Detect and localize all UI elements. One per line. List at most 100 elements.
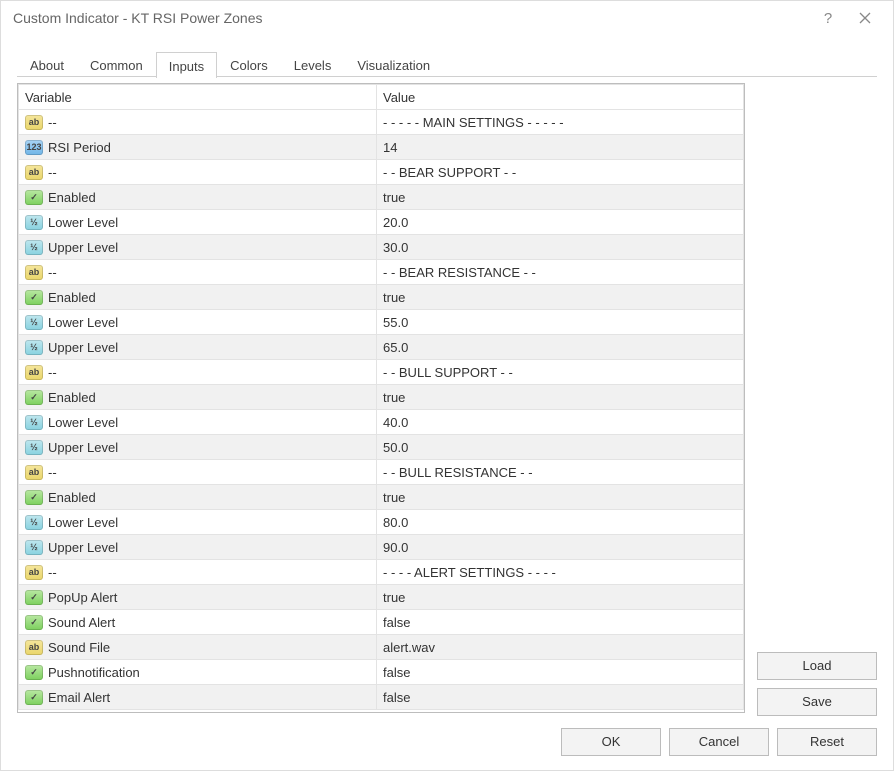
- variable-label: Lower Level: [48, 315, 118, 330]
- column-header-value[interactable]: Value: [377, 85, 744, 110]
- table-row[interactable]: ✓Pushnotificationfalse: [19, 660, 744, 685]
- table-row[interactable]: ab--- - BULL RESISTANCE - -: [19, 460, 744, 485]
- double-type-icon: ½: [25, 315, 43, 330]
- reset-button[interactable]: Reset: [777, 728, 877, 756]
- bool-type-icon: ✓: [25, 390, 43, 405]
- table-row[interactable]: ✓Enabledtrue: [19, 385, 744, 410]
- bool-type-icon: ✓: [25, 590, 43, 605]
- table-row[interactable]: ½ Lower Level 55.0: [19, 310, 744, 335]
- table-row[interactable]: ✓ PopUp Alert true: [19, 585, 744, 610]
- value-cell[interactable]: - - BEAR RESISTANCE - -: [377, 260, 744, 285]
- table-row[interactable]: ½Upper Level65.0: [19, 335, 744, 360]
- value-cell[interactable]: true: [377, 485, 744, 510]
- table-row[interactable]: ✓Enabledtrue: [19, 285, 744, 310]
- variable-label: Sound File: [48, 640, 110, 655]
- string-type-icon: ab: [25, 165, 43, 180]
- value-cell[interactable]: false: [377, 610, 744, 635]
- table-row[interactable]: ✓Enabledtrue: [19, 185, 744, 210]
- table-row[interactable]: ½Upper Level90.0: [19, 535, 744, 560]
- value-cell[interactable]: 90.0: [377, 535, 744, 560]
- tab-inputs[interactable]: Inputs: [156, 52, 217, 78]
- value-cell[interactable]: 20.0: [377, 210, 744, 235]
- titlebar: Custom Indicator - KT RSI Power Zones ?: [1, 1, 893, 35]
- window-title: Custom Indicator - KT RSI Power Zones: [13, 10, 813, 26]
- value-cell[interactable]: 14: [377, 135, 744, 160]
- table-row[interactable]: 123 RSI Period 14: [19, 135, 744, 160]
- value-cell[interactable]: 40.0: [377, 410, 744, 435]
- inputs-grid: Variable Value ab -- - - - - - MAIN SETTIN…: [17, 83, 745, 713]
- table-row[interactable]: ab Sound File alert.wav: [19, 635, 744, 660]
- double-type-icon: ½: [25, 515, 43, 530]
- value-cell[interactable]: 30.0: [377, 235, 744, 260]
- variable-label: Lower Level: [48, 415, 118, 430]
- tab-common[interactable]: Common: [77, 51, 156, 77]
- table-row[interactable]: ab--- - - - - MAIN SETTINGS - - - - -: [19, 110, 744, 135]
- string-type-icon: ab: [25, 265, 43, 280]
- side-buttons: Load Save: [757, 83, 877, 718]
- value-cell[interactable]: 65.0: [377, 335, 744, 360]
- value-cell[interactable]: - - BULL RESISTANCE - -: [377, 460, 744, 485]
- value-cell[interactable]: false: [377, 660, 744, 685]
- bool-type-icon: ✓: [25, 665, 43, 680]
- value-cell[interactable]: false: [377, 685, 744, 710]
- variable-label: Lower Level: [48, 515, 118, 530]
- bool-type-icon: ✓: [25, 190, 43, 205]
- value-cell[interactable]: true: [377, 385, 744, 410]
- cancel-button[interactable]: Cancel: [669, 728, 769, 756]
- table-row[interactable]: ½ Lower Level 40.0: [19, 410, 744, 435]
- variable-label: Upper Level: [48, 240, 118, 255]
- table-row[interactable]: ✓Enabledtrue: [19, 485, 744, 510]
- bool-type-icon: ✓: [25, 615, 43, 630]
- value-cell[interactable]: alert.wav: [377, 635, 744, 660]
- string-type-icon: ab: [25, 465, 43, 480]
- close-icon[interactable]: [843, 3, 887, 33]
- value-cell[interactable]: - - BULL SUPPORT - -: [377, 360, 744, 385]
- tab-colors[interactable]: Colors: [217, 51, 281, 77]
- value-cell[interactable]: - - BEAR SUPPORT - -: [377, 160, 744, 185]
- table-row[interactable]: ab -- - - BEAR RESISTANCE - -: [19, 260, 744, 285]
- save-button[interactable]: Save: [757, 688, 877, 716]
- variable-label: --: [48, 115, 57, 130]
- value-cell[interactable]: - - - - ALERT SETTINGS - - - -: [377, 560, 744, 585]
- table-row[interactable]: ab -- - - BULL SUPPORT - -: [19, 360, 744, 385]
- column-header-variable[interactable]: Variable: [19, 85, 377, 110]
- bool-type-icon: ✓: [25, 490, 43, 505]
- value-cell[interactable]: true: [377, 185, 744, 210]
- variable-label: Upper Level: [48, 540, 118, 555]
- tab-levels[interactable]: Levels: [281, 51, 345, 77]
- table-row[interactable]: ab--- - BEAR SUPPORT - -: [19, 160, 744, 185]
- help-icon[interactable]: ?: [813, 3, 843, 33]
- table-row[interactable]: ½Upper Level30.0: [19, 235, 744, 260]
- variable-label: Upper Level: [48, 340, 118, 355]
- value-cell[interactable]: true: [377, 585, 744, 610]
- table-row[interactable]: ½ Lower Level 20.0: [19, 210, 744, 235]
- string-type-icon: ab: [25, 565, 43, 580]
- value-cell[interactable]: true: [377, 285, 744, 310]
- double-type-icon: ½: [25, 415, 43, 430]
- double-type-icon: ½: [25, 215, 43, 230]
- variable-label: PopUp Alert: [48, 590, 117, 605]
- value-cell[interactable]: - - - - - MAIN SETTINGS - - - - -: [377, 110, 744, 135]
- variable-label: Upper Level: [48, 440, 118, 455]
- double-type-icon: ½: [25, 440, 43, 455]
- string-type-icon: ab: [25, 640, 43, 655]
- table-row[interactable]: ½ Upper Level 50.0: [19, 435, 744, 460]
- variable-label: --: [48, 365, 57, 380]
- value-cell[interactable]: 50.0: [377, 435, 744, 460]
- table-row[interactable]: ✓Email Alertfalse: [19, 685, 744, 710]
- variable-label: Lower Level: [48, 215, 118, 230]
- load-button[interactable]: Load: [757, 652, 877, 680]
- variable-label: --: [48, 265, 57, 280]
- table-row[interactable]: ½ Lower Level 80.0: [19, 510, 744, 535]
- dialog-window: Custom Indicator - KT RSI Power Zones ? …: [0, 0, 894, 771]
- int-type-icon: 123: [25, 140, 43, 155]
- table-row[interactable]: ab--- - - - ALERT SETTINGS - - - -: [19, 560, 744, 585]
- string-type-icon: ab: [25, 365, 43, 380]
- ok-button[interactable]: OK: [561, 728, 661, 756]
- value-cell[interactable]: 80.0: [377, 510, 744, 535]
- variable-label: RSI Period: [48, 140, 111, 155]
- tab-visualization[interactable]: Visualization: [344, 51, 443, 77]
- tab-about[interactable]: About: [17, 51, 77, 77]
- table-row[interactable]: ✓Sound Alertfalse: [19, 610, 744, 635]
- value-cell[interactable]: 55.0: [377, 310, 744, 335]
